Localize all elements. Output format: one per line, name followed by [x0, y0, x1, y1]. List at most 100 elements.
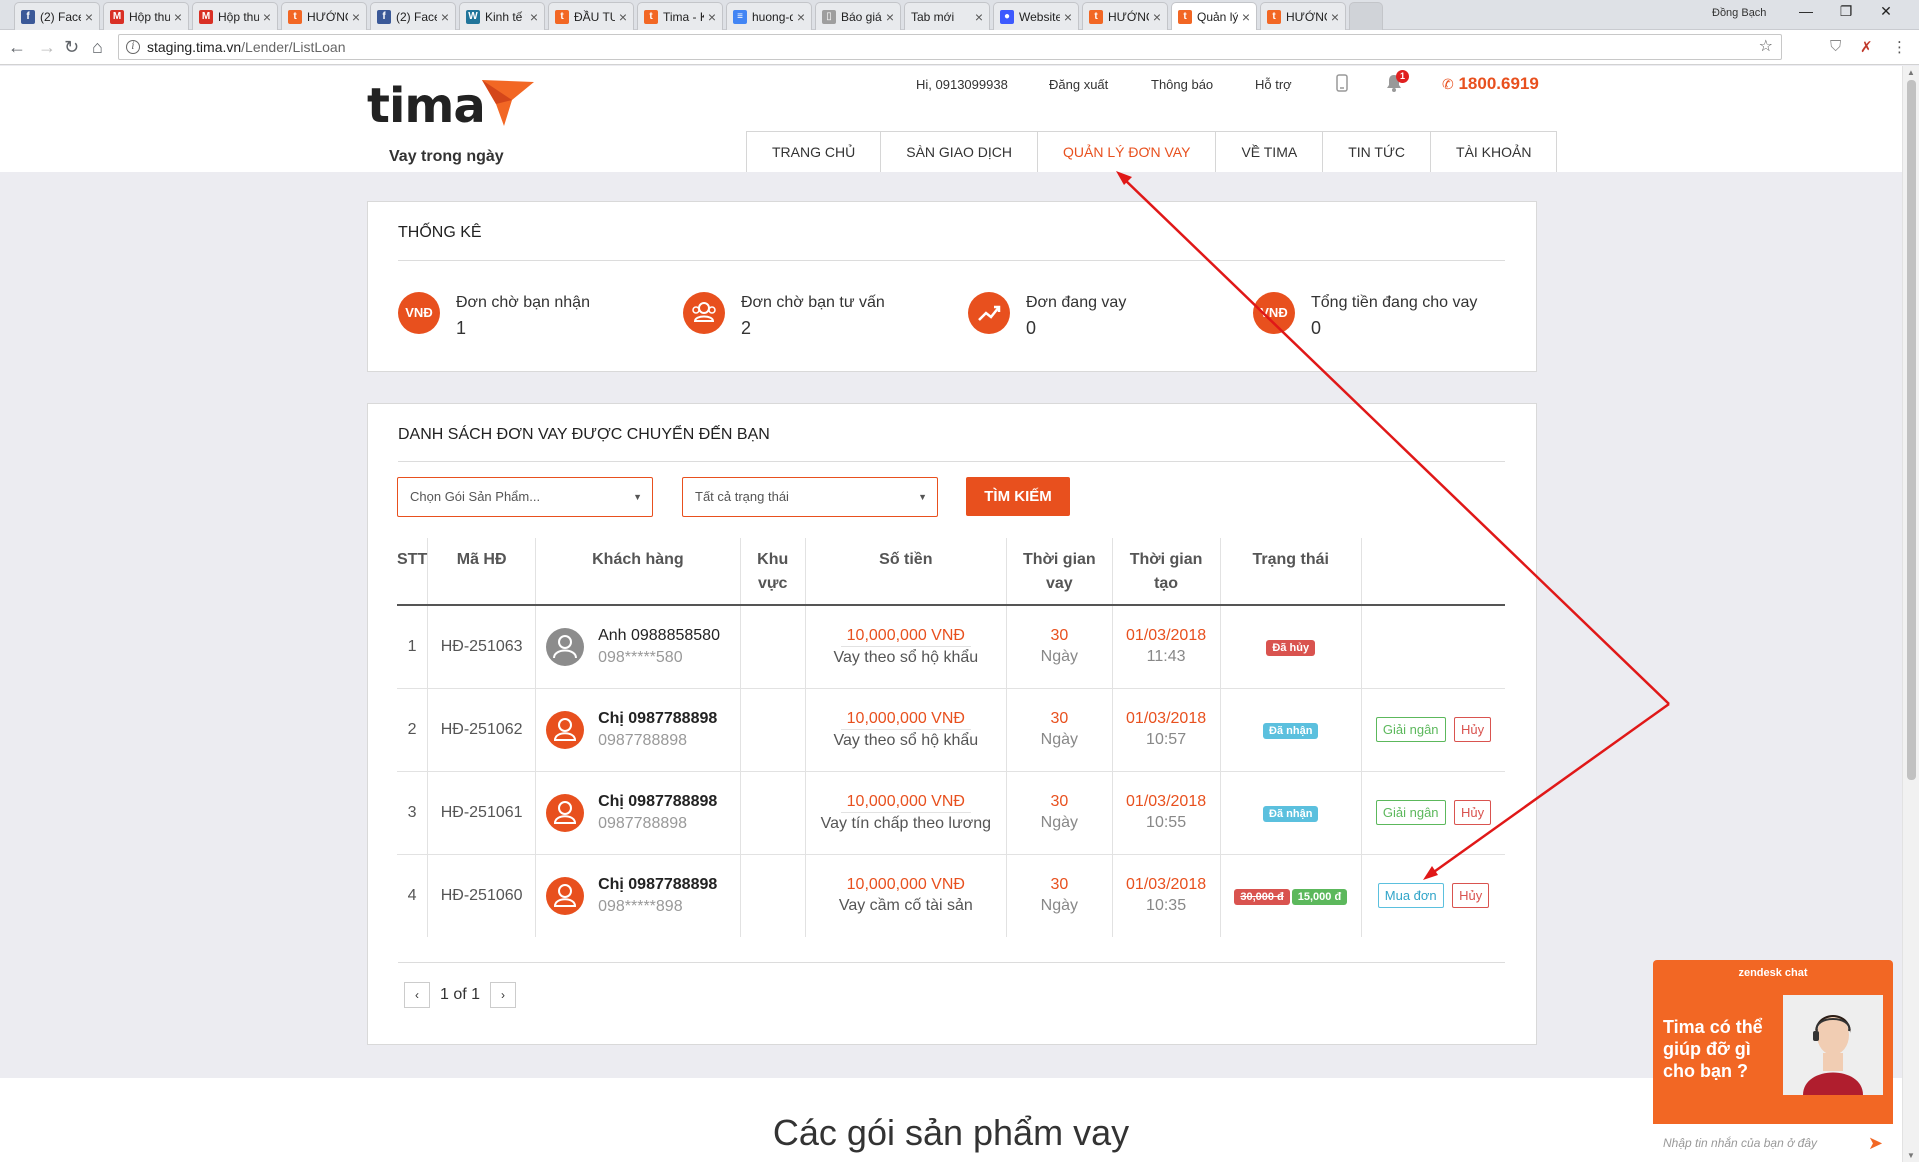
zendesk-chat-widget[interactable]: zendesk chat Tima có thể giúp đỡ gì cho … [1653, 960, 1893, 1162]
browser-tab[interactable]: t HƯỚNG × [1260, 2, 1346, 30]
row-actions [1361, 605, 1505, 689]
reload-icon[interactable]: ↻ [64, 37, 79, 58]
status-select[interactable]: Tất cả trạng thái ▼ [682, 477, 938, 517]
forward-icon[interactable]: → [38, 37, 56, 58]
tab-label: ĐẦU TƯ [574, 9, 615, 24]
disburse-button[interactable]: Giải ngân [1375, 717, 1446, 742]
page-scrollbar[interactable]: ▲ ▼ [1902, 66, 1919, 1162]
notification-count-badge: 1 [1396, 70, 1409, 83]
tab-close-icon[interactable]: × [352, 9, 360, 25]
stat-label: Đơn đang vay [1026, 294, 1127, 311]
tab-close-icon[interactable]: × [263, 9, 271, 25]
minimize-icon[interactable]: — [1786, 3, 1826, 19]
disburse-button[interactable]: Giải ngân [1375, 800, 1446, 825]
browser-tab[interactable]: ▯ Báo giá q × [815, 2, 901, 30]
bookmark-star-icon[interactable]: ☆ [1759, 35, 1773, 59]
stat-label: Đơn chờ bạn tư vấn [741, 294, 885, 311]
browser-tab[interactable]: M Hộp thư đ × [192, 2, 278, 30]
customer-name[interactable]: Chị 0987788898 [598, 876, 717, 894]
scroll-thumb[interactable] [1907, 80, 1916, 780]
search-button[interactable]: TÌM KIẾM [966, 477, 1070, 516]
tab-close-icon[interactable]: × [85, 9, 93, 25]
cancel-button[interactable]: Hủy [1453, 800, 1492, 825]
tab-close-icon[interactable]: × [1153, 9, 1161, 25]
caret-down-icon: ▼ [633, 492, 642, 502]
chat-input[interactable]: Nhập tin nhắn của bạn ở đây ➤ [1653, 1124, 1893, 1162]
nav-home[interactable]: TRANG CHỦ [747, 132, 882, 172]
browser-tab[interactable]: ● Website × [993, 2, 1079, 30]
col-amount: Số tiền [805, 538, 1008, 606]
shield-extension-icon[interactable]: ⛉ [1830, 38, 1841, 55]
browser-tab[interactable]: f (2) Facebo × [370, 2, 456, 30]
cancel-button[interactable]: Hủy [1453, 717, 1492, 742]
scroll-down-icon[interactable]: ▼ [1907, 1151, 1915, 1160]
docs-icon: ≡ [733, 9, 747, 24]
nav-news[interactable]: TIN TỨC [1323, 132, 1432, 172]
tab-close-icon[interactable]: × [1331, 9, 1339, 25]
loan-table: STT Mã HĐ Khách hàng Khu vực Số tiền Thời… [397, 538, 1505, 937]
home-icon[interactable]: ⌂ [92, 37, 103, 58]
url-field[interactable]: i staging.tima.vn/Lender/ListLoan ☆ [118, 34, 1782, 60]
send-icon[interactable]: ➤ [1868, 1124, 1883, 1162]
tima-logo[interactable]: tima Vay trong ngày [367, 78, 534, 165]
browser-tab[interactable]: Tab mới × [904, 2, 990, 30]
user-avatar-icon [546, 627, 585, 666]
nav-account[interactable]: TÀI KHOẢN [1431, 132, 1556, 172]
mobile-icon[interactable] [1336, 74, 1348, 92]
menu-icon[interactable]: ⋮ [1892, 38, 1907, 56]
tab-close-icon[interactable]: × [441, 9, 449, 25]
row-amount: 10,000,000 VNĐ Vay tín chấp theo lương [805, 771, 1008, 855]
loan-list-panel: DANH SÁCH ĐƠN VAY ĐƯỢC CHUYỂN ĐẾN BẠN Ch… [367, 403, 1537, 1045]
row-code: HĐ-251061 [427, 771, 537, 855]
tab-close-icon[interactable]: × [797, 9, 805, 25]
scroll-up-icon[interactable]: ▲ [1907, 68, 1915, 77]
tab-close-icon[interactable]: × [174, 9, 182, 25]
info-icon[interactable]: i [126, 40, 140, 54]
product-select[interactable]: Chọn Gói Sản Phẩm... ▼ [397, 477, 653, 517]
browser-tab[interactable]: t ĐẦU TƯ × [548, 2, 634, 30]
browser-tab[interactable]: t Quản lý đ × [1171, 2, 1257, 31]
back-icon[interactable]: ← [8, 37, 26, 58]
user-avatar-icon [546, 876, 585, 915]
cancel-button[interactable]: Hủy [1452, 883, 1490, 909]
user-greeting[interactable]: Hi, 0913099938 [916, 77, 1008, 92]
logout-link[interactable]: Đăng xuất [1049, 77, 1108, 92]
browser-tab[interactable]: W Kinh tế tà × [459, 2, 545, 30]
browser-tab[interactable]: M Hộp thư đ × [103, 2, 189, 30]
tab-close-icon[interactable]: × [708, 9, 716, 25]
nav-about[interactable]: VỀ TIMA [1216, 132, 1324, 172]
customer-name[interactable]: Chị 0987788898 [598, 710, 717, 728]
new-tab-button[interactable] [1349, 2, 1383, 30]
browser-profile-name[interactable]: Đồng Bạch [1712, 7, 1766, 19]
browser-tab[interactable]: t HƯỚNG D × [281, 2, 367, 30]
notifications-link[interactable]: Thông báo [1151, 77, 1213, 92]
col-stt: STT [397, 538, 429, 606]
close-window-icon[interactable]: ✕ [1866, 3, 1906, 20]
tab-close-icon[interactable]: × [1064, 9, 1072, 25]
customer-name[interactable]: Anh 0988858580 [598, 627, 720, 645]
browser-tab[interactable]: ≡ huong-d × [726, 2, 812, 30]
tab-close-icon[interactable]: × [1242, 9, 1250, 25]
tab-label: Hộp thư đ [129, 9, 170, 24]
browser-tab[interactable]: t Tima - Kê × [637, 2, 723, 30]
tab-close-icon[interactable]: × [619, 9, 627, 25]
notification-bell[interactable]: 1 [1386, 70, 1409, 97]
nav-loan-management[interactable]: QUẢN LÝ ĐƠN VAY [1038, 132, 1217, 172]
tab-close-icon[interactable]: × [886, 9, 894, 25]
tab-close-icon[interactable]: × [530, 9, 538, 25]
browser-tab[interactable]: f (2) Facebo × [14, 2, 100, 30]
restore-icon[interactable]: ❐ [1826, 3, 1866, 20]
next-page-icon[interactable]: › [490, 982, 517, 1008]
nav-marketplace[interactable]: SÀN GIAO DỊCH [881, 132, 1039, 172]
stat-value: 0 [1026, 318, 1037, 338]
customer-name[interactable]: Chị 0987788898 [598, 793, 717, 811]
prev-page-icon[interactable]: ‹ [404, 982, 430, 1008]
browser-tab[interactable]: t HƯỚNG × [1082, 2, 1168, 30]
hotline[interactable]: ✆ 1800.6919 [1442, 74, 1539, 94]
buy-order-button[interactable]: Mua đơn [1377, 883, 1444, 909]
loan-term: 30 [1050, 627, 1069, 645]
row-customer: Chị 0987788898 0987788898 [535, 771, 741, 855]
extension-icon[interactable]: ✗ [1860, 38, 1873, 56]
tab-close-icon[interactable]: × [975, 9, 983, 25]
support-link[interactable]: Hỗ trợ [1255, 77, 1292, 92]
